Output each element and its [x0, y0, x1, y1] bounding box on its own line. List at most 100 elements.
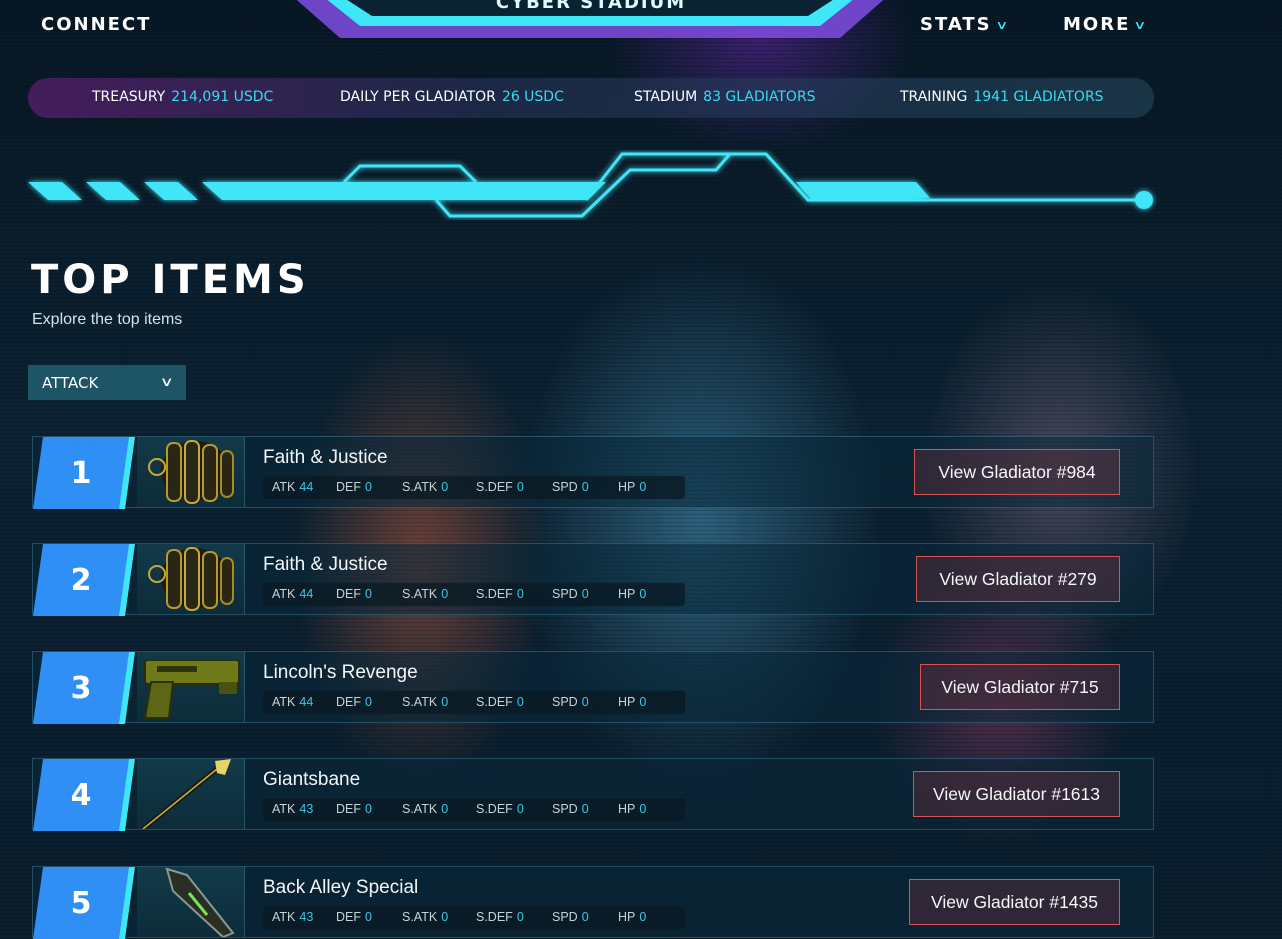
view-gladiator-button[interactable]: View Gladiator #279 [916, 556, 1120, 602]
item-name: Giantsbane [263, 769, 361, 790]
def-label: DEF [336, 802, 361, 816]
sdef-label: S.DEF [476, 480, 513, 494]
atk-value: 44 [299, 480, 314, 494]
atk-stat: ATK 43 [272, 910, 313, 924]
stats-bar: TREASURY 214,091 USDC DAILY PER GLADIATOR… [28, 78, 1154, 118]
view-gladiator-button[interactable]: View Gladiator #1435 [909, 879, 1120, 925]
atk-value: 43 [299, 910, 314, 924]
hp-value: 0 [639, 587, 647, 601]
def-stat: DEF 0 [336, 480, 372, 494]
chevron-down-icon: ∨ [994, 17, 1012, 32]
hp-stat: HP 0 [618, 802, 646, 816]
chevron-down-icon: ∨ [160, 375, 175, 390]
sdef-value: 0 [516, 695, 524, 709]
sdef-label: S.DEF [476, 587, 513, 601]
hp-label: HP [618, 910, 636, 924]
stats-menu-label: STATS [920, 14, 992, 35]
hp-stat: HP 0 [618, 910, 646, 924]
spear-icon [137, 759, 245, 829]
satk-stat: S.ATK 0 [402, 695, 448, 709]
daily-stat: DAILY PER GLADIATOR 26 USDC [340, 89, 564, 105]
satk-stat: S.ATK 0 [402, 802, 448, 816]
spd-value: 0 [581, 587, 589, 601]
sdef-label: S.DEF [476, 910, 513, 924]
satk-value: 0 [441, 802, 449, 816]
hp-value: 0 [639, 695, 647, 709]
spd-value: 0 [581, 802, 589, 816]
sdef-value: 0 [516, 480, 524, 494]
item-stats: ATK 44 DEF 0 S.ATK 0 S.DEF 0 SPD 0 HP 0 [263, 691, 685, 714]
sdef-stat: S.DEF 0 [476, 480, 524, 494]
sdef-stat: S.DEF 0 [476, 910, 524, 924]
def-label: DEF [336, 695, 361, 709]
atk-value: 44 [299, 587, 314, 601]
sdef-label: S.DEF [476, 802, 513, 816]
def-value: 0 [365, 802, 372, 816]
def-stat: DEF 0 [336, 910, 372, 924]
daily-value: 26 USDC [501, 89, 564, 105]
spd-stat: SPD 0 [552, 802, 589, 816]
connect-button[interactable]: CONNECT [41, 14, 151, 35]
stadium-title: CYBER STADIUM [495, 0, 687, 13]
list-item: 4 Giantsbane ATK 43 DEF 0 S.ATK 0 S.DEF 0 SP… [32, 758, 1154, 831]
sdef-label: S.DEF [476, 695, 513, 709]
spd-stat: SPD 0 [552, 910, 589, 924]
blade-icon [137, 867, 245, 937]
training-label: TRAINING [900, 89, 968, 105]
spd-label: SPD [552, 480, 578, 494]
hp-label: HP [618, 480, 636, 494]
list-item: 3 Lincoln's Revenge ATK 44 DEF 0 S.ATK 0 S.… [32, 651, 1154, 724]
treasury-stat: TREASURY 214,091 USDC [92, 89, 273, 105]
hp-value: 0 [639, 480, 647, 494]
more-menu[interactable]: MORE ∨ [1063, 14, 1147, 35]
satk-stat: S.ATK 0 [402, 587, 448, 601]
satk-stat: S.ATK 0 [402, 480, 448, 494]
page-subtitle: Explore the top items [32, 311, 183, 328]
satk-stat: S.ATK 0 [402, 910, 448, 924]
sdef-value: 0 [516, 802, 524, 816]
atk-stat: ATK 44 [272, 480, 313, 494]
def-label: DEF [336, 480, 361, 494]
spd-value: 0 [581, 910, 589, 924]
hp-value: 0 [639, 802, 647, 816]
satk-label: S.ATK [402, 910, 438, 924]
daily-label: DAILY PER GLADIATOR [340, 89, 496, 105]
item-stats: ATK 43 DEF 0 S.ATK 0 S.DEF 0 SPD 0 HP 0 [263, 906, 685, 929]
def-value: 0 [365, 695, 372, 709]
def-stat: DEF 0 [336, 802, 372, 816]
def-value: 0 [365, 910, 372, 924]
view-gladiator-button[interactable]: View Gladiator #984 [914, 449, 1120, 495]
hp-stat: HP 0 [618, 587, 646, 601]
satk-label: S.ATK [402, 587, 438, 601]
satk-label: S.ATK [402, 802, 438, 816]
def-value: 0 [365, 480, 372, 494]
stats-menu[interactable]: STATS ∨ [920, 14, 1008, 35]
chevron-down-icon: ∨ [1133, 17, 1150, 32]
satk-value: 0 [441, 480, 449, 494]
spd-label: SPD [552, 587, 578, 601]
satk-value: 0 [441, 695, 449, 709]
satk-label: S.ATK [402, 480, 438, 494]
view-gladiator-button[interactable]: View Gladiator #1613 [913, 771, 1120, 817]
hp-label: HP [618, 802, 636, 816]
category-select[interactable]: ATTACK ∨ [28, 365, 186, 400]
hp-label: HP [618, 587, 636, 601]
view-gladiator-button[interactable]: View Gladiator #715 [920, 664, 1120, 710]
atk-label: ATK [272, 480, 296, 494]
atk-label: ATK [272, 802, 296, 816]
rank-badge: 1 [33, 437, 131, 509]
atk-label: ATK [272, 695, 296, 709]
hp-value: 0 [639, 910, 647, 924]
training-value: 1941 GLADIATORS [973, 89, 1104, 105]
stadium-stat: STADIUM 83 GLADIATORS [634, 89, 816, 105]
def-label: DEF [336, 910, 361, 924]
atk-stat: ATK 44 [272, 587, 313, 601]
rank-badge: 3 [33, 652, 131, 724]
satk-value: 0 [441, 910, 449, 924]
item-name: Faith & Justice [263, 447, 388, 468]
item-name: Faith & Justice [263, 554, 388, 575]
hp-label: HP [618, 695, 636, 709]
more-menu-label: MORE [1063, 14, 1131, 35]
gauntlet-icon [137, 544, 245, 614]
list-item: 5 Back Alley Special ATK 43 DEF 0 S.ATK 0 S… [32, 866, 1154, 939]
